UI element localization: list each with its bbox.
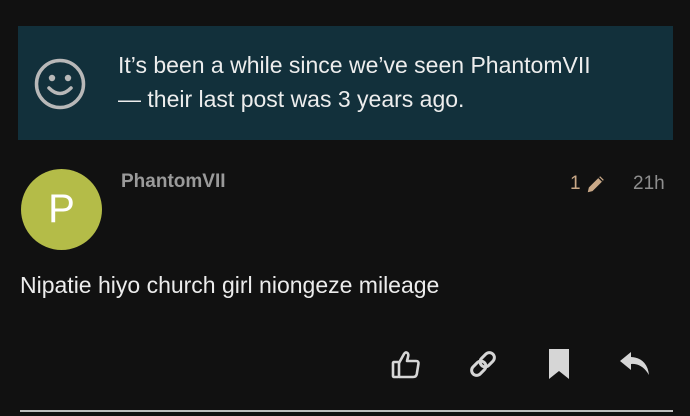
post-divider [20,410,673,412]
notice-text: It’s been a while since we’ve seen Phant… [118,48,663,116]
thumbs-up-icon [391,351,420,379]
reply-button[interactable] [615,344,655,384]
link-icon [470,351,496,377]
username[interactable]: PhantomVII [121,171,226,193]
bookmark-icon [549,349,569,379]
avatar[interactable]: P [21,169,102,250]
notice-text-line1: It’s been a while since we’ve seen Phant… [118,52,591,78]
post-body: Nipatie hiyo church girl niongeze mileag… [20,272,440,298]
inactivity-notice: It’s been a while since we’ve seen Phant… [18,26,673,140]
smile-icon [34,58,86,110]
bookmark-button[interactable] [539,344,579,384]
post-time[interactable]: 21h [633,173,665,195]
reply-icon [620,352,649,375]
pencil-icon [587,176,604,193]
notice-text-line2: — their last post was 3 years ago. [118,86,465,112]
edit-count: 1 [570,173,581,194]
like-button[interactable] [386,344,426,384]
edit-history-button[interactable]: 1 [570,170,607,198]
share-button[interactable] [463,344,503,384]
